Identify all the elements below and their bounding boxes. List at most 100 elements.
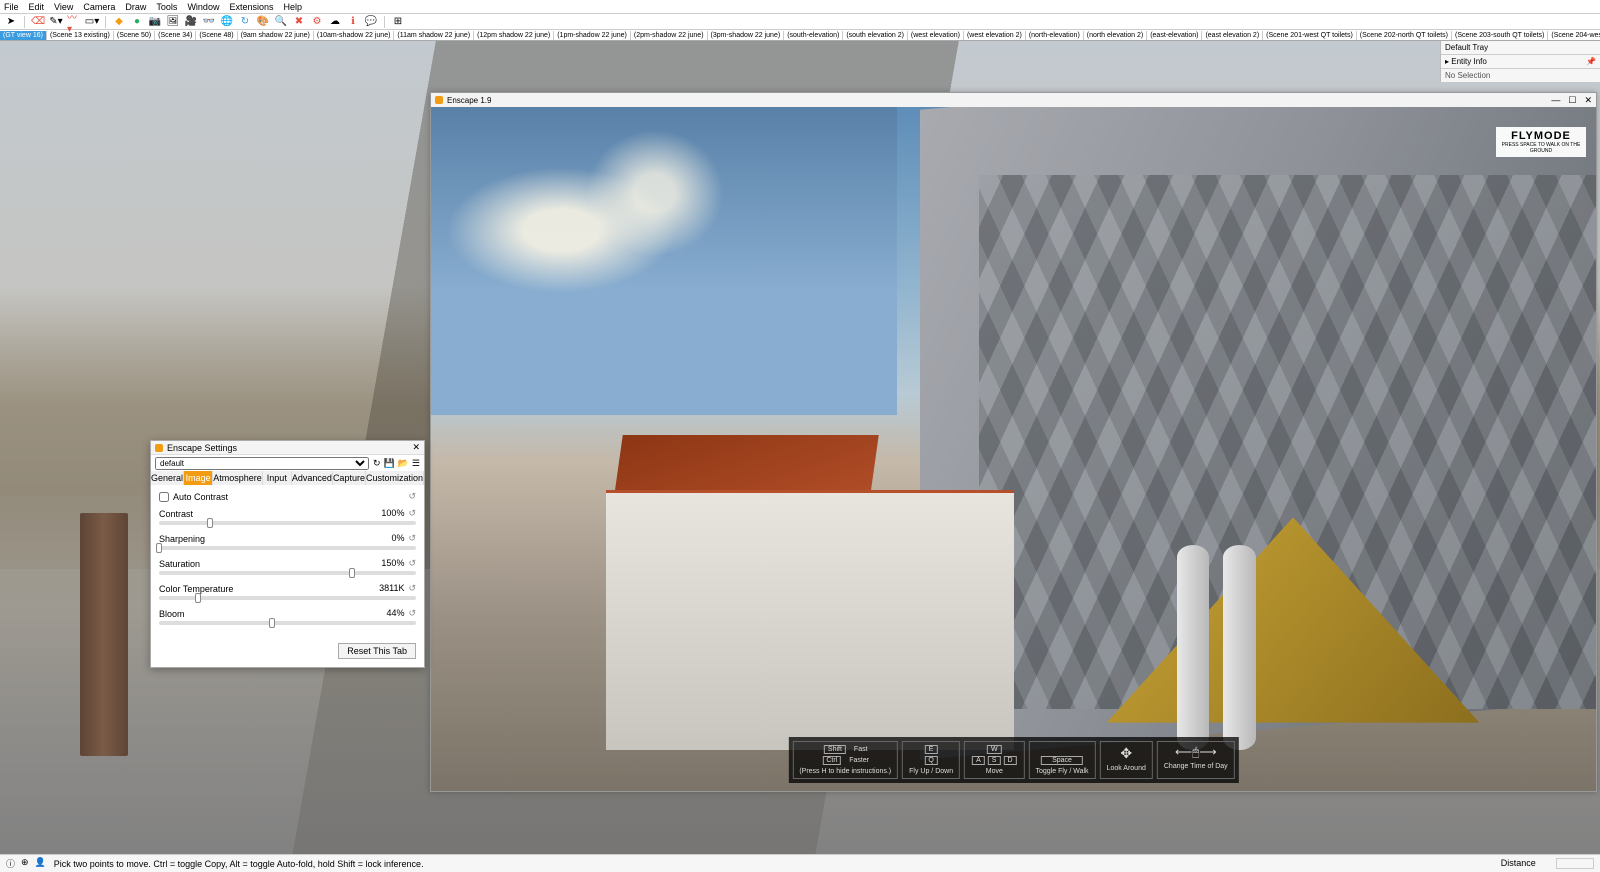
tab-input[interactable]: Input [263, 471, 292, 485]
status-help-icon[interactable]: ⓘ [6, 857, 15, 870]
enscape-views-icon[interactable]: 📷 [148, 15, 162, 29]
scene-tab[interactable]: (10am-shadow 22 june) [314, 31, 395, 40]
scene-tab[interactable]: (south-elevation) [784, 31, 843, 40]
close-icon[interactable]: ✕ [1584, 95, 1592, 106]
minimize-icon[interactable]: — [1551, 95, 1560, 106]
auto-contrast-input[interactable] [159, 492, 169, 502]
setting-sharpening: Sharpening0%↺ [159, 533, 416, 550]
scene-tab[interactable]: (2pm-shadow 22 june) [631, 31, 708, 40]
bloom-slider[interactable] [159, 621, 416, 625]
preset-select[interactable]: default [155, 457, 369, 470]
preset-refresh-icon[interactable]: ↻ [373, 458, 381, 469]
scene-tab[interactable]: (north elevation 2) [1084, 31, 1147, 40]
tab-customization[interactable]: Customization [366, 471, 424, 485]
preset-save-icon[interactable]: 💾 [383, 458, 394, 469]
settings-body: Auto Contrast ↺ Contrast100%↺ Sharpening… [151, 485, 424, 639]
reset-tab-button[interactable]: Reset This Tab [338, 643, 416, 659]
enscape-zoom-icon[interactable]: 🔍 [274, 15, 288, 29]
enscape-upload-icon[interactable]: ☁ [328, 15, 342, 29]
hud-move: W A S D Move [964, 741, 1024, 779]
menu-file[interactable]: File [4, 2, 19, 12]
scene-tab[interactable]: (Scene 50) [114, 31, 155, 40]
enscape-titlebar[interactable]: Enscape 1.9 — ☐ ✕ [431, 93, 1596, 107]
scene-tab[interactable]: (north-elevation) [1026, 31, 1084, 40]
close-icon[interactable]: ✕ [412, 442, 420, 453]
scene-tabs: (GT view 16) (Scene 13 existing) (Scene … [0, 30, 1600, 41]
scene-tab[interactable]: (Scene 34) [155, 31, 196, 40]
scene-tab[interactable]: (Scene 13 existing) [47, 31, 114, 40]
tab-atmosphere[interactable]: Atmosphere [213, 471, 263, 485]
scene-tab[interactable]: (Scene 202-north QT toilets) [1357, 31, 1452, 40]
menu-help[interactable]: Help [283, 2, 302, 12]
enscape-materials-icon[interactable]: 🎨 [256, 15, 270, 29]
scene-tab[interactable]: (south elevation 2) [843, 31, 908, 40]
maximize-icon[interactable]: ☐ [1568, 95, 1576, 106]
pin-icon[interactable]: 📌 [1586, 57, 1596, 66]
scene-tab[interactable]: (west elevation) [908, 31, 964, 40]
menu-extensions[interactable]: Extensions [229, 2, 273, 12]
status-user-icon[interactable]: 👤 [35, 857, 46, 870]
enscape-render-viewport[interactable]: FLYMODE PRESS SPACE TO WALK ON THE GROUN… [431, 107, 1596, 791]
sharpening-slider[interactable] [159, 546, 416, 550]
menu-edit[interactable]: Edit [29, 2, 45, 12]
tab-image[interactable]: Image [184, 471, 213, 485]
tab-capture[interactable]: Capture [333, 471, 366, 485]
enscape-settings-icon[interactable]: ⚙ [310, 15, 324, 29]
reset-icon[interactable]: ↺ [408, 491, 416, 502]
scene-tab[interactable]: (Scene 48) [196, 31, 237, 40]
menu-camera[interactable]: Camera [83, 2, 115, 12]
saturation-slider[interactable] [159, 571, 416, 575]
pencil-icon[interactable]: ✎▾ [49, 15, 63, 29]
scene-tab[interactable]: (west elevation 2) [964, 31, 1026, 40]
enscape-refresh-icon[interactable]: ↻ [238, 15, 252, 29]
select-icon[interactable]: ➤ [4, 15, 18, 29]
reset-icon[interactable]: ↺ [408, 508, 416, 518]
enscape-video-icon[interactable]: 🎥 [184, 15, 198, 29]
enscape-start-icon[interactable]: ◆ [112, 15, 126, 29]
extension-icon[interactable]: ⊞ [391, 15, 405, 29]
scene-tab[interactable]: (Scene 204-west QT toilets) [1548, 31, 1600, 40]
enscape-info-icon[interactable]: ℹ [346, 15, 360, 29]
menu-window[interactable]: Window [187, 2, 219, 12]
contrast-slider[interactable] [159, 521, 416, 525]
enscape-vr-icon[interactable]: 👓 [202, 15, 216, 29]
scene-tab[interactable]: (1pm-shadow 22 june) [554, 31, 631, 40]
menu-draw[interactable]: Draw [125, 2, 146, 12]
curve-icon[interactable]: 〰▾ [67, 15, 81, 29]
color-temp-slider[interactable] [159, 596, 416, 600]
tab-advanced[interactable]: Advanced [292, 471, 333, 485]
scene-tab[interactable]: (9am shadow 22 june) [238, 31, 314, 40]
measurement-input[interactable] [1556, 858, 1594, 869]
reset-icon[interactable]: ↺ [408, 533, 416, 543]
scene-tab[interactable]: (GT view 16) [0, 31, 47, 40]
scene-tab[interactable]: (Scene 201-west QT toilets) [1263, 31, 1357, 40]
reset-icon[interactable]: ↺ [408, 608, 416, 618]
enscape-cancel-icon[interactable]: ✖ [292, 15, 306, 29]
shape-icon[interactable]: ▭▾ [85, 15, 99, 29]
scene-tab[interactable]: (east-elevation) [1147, 31, 1202, 40]
scene-tab[interactable]: (11am shadow 22 june) [394, 31, 474, 40]
menu-bar: File Edit View Camera Draw Tools Window … [0, 0, 1600, 14]
auto-contrast-checkbox[interactable]: Auto Contrast ↺ [159, 491, 416, 502]
enscape-screenshot-icon[interactable]: 🖼 [166, 15, 180, 29]
scene-tab[interactable]: (3pm-shadow 22 june) [708, 31, 785, 40]
tab-general[interactable]: General [151, 471, 184, 485]
reset-icon[interactable]: ↺ [408, 583, 416, 593]
eraser-icon[interactable]: ⌫ [31, 15, 45, 29]
preset-open-icon[interactable]: 📂 [398, 458, 409, 469]
scene-tab[interactable]: (east elevation 2) [1202, 31, 1263, 40]
preset-more-icon[interactable]: ☰ [412, 458, 420, 469]
scene-tab[interactable]: (12pm shadow 22 june) [474, 31, 554, 40]
status-geo-icon[interactable]: ⊕ [21, 857, 29, 870]
enscape-live-icon[interactable]: ● [130, 15, 144, 29]
tray-title[interactable]: Default Tray [1441, 41, 1600, 55]
scene-tab[interactable]: (Scene 203-south QT toilets) [1452, 31, 1548, 40]
reset-icon[interactable]: ↺ [408, 558, 416, 568]
enscape-feedback-icon[interactable]: 💬 [364, 15, 378, 29]
entity-info-header[interactable]: ▸ Entity Info 📌 [1441, 55, 1600, 69]
enscape-web-icon[interactable]: 🌐 [220, 15, 234, 29]
menu-tools[interactable]: Tools [156, 2, 177, 12]
settings-title: Enscape Settings [167, 443, 237, 453]
default-tray: Default Tray ▸ Entity Info 📌 No Selectio… [1440, 41, 1600, 82]
settings-titlebar[interactable]: Enscape Settings ✕ [151, 441, 424, 455]
